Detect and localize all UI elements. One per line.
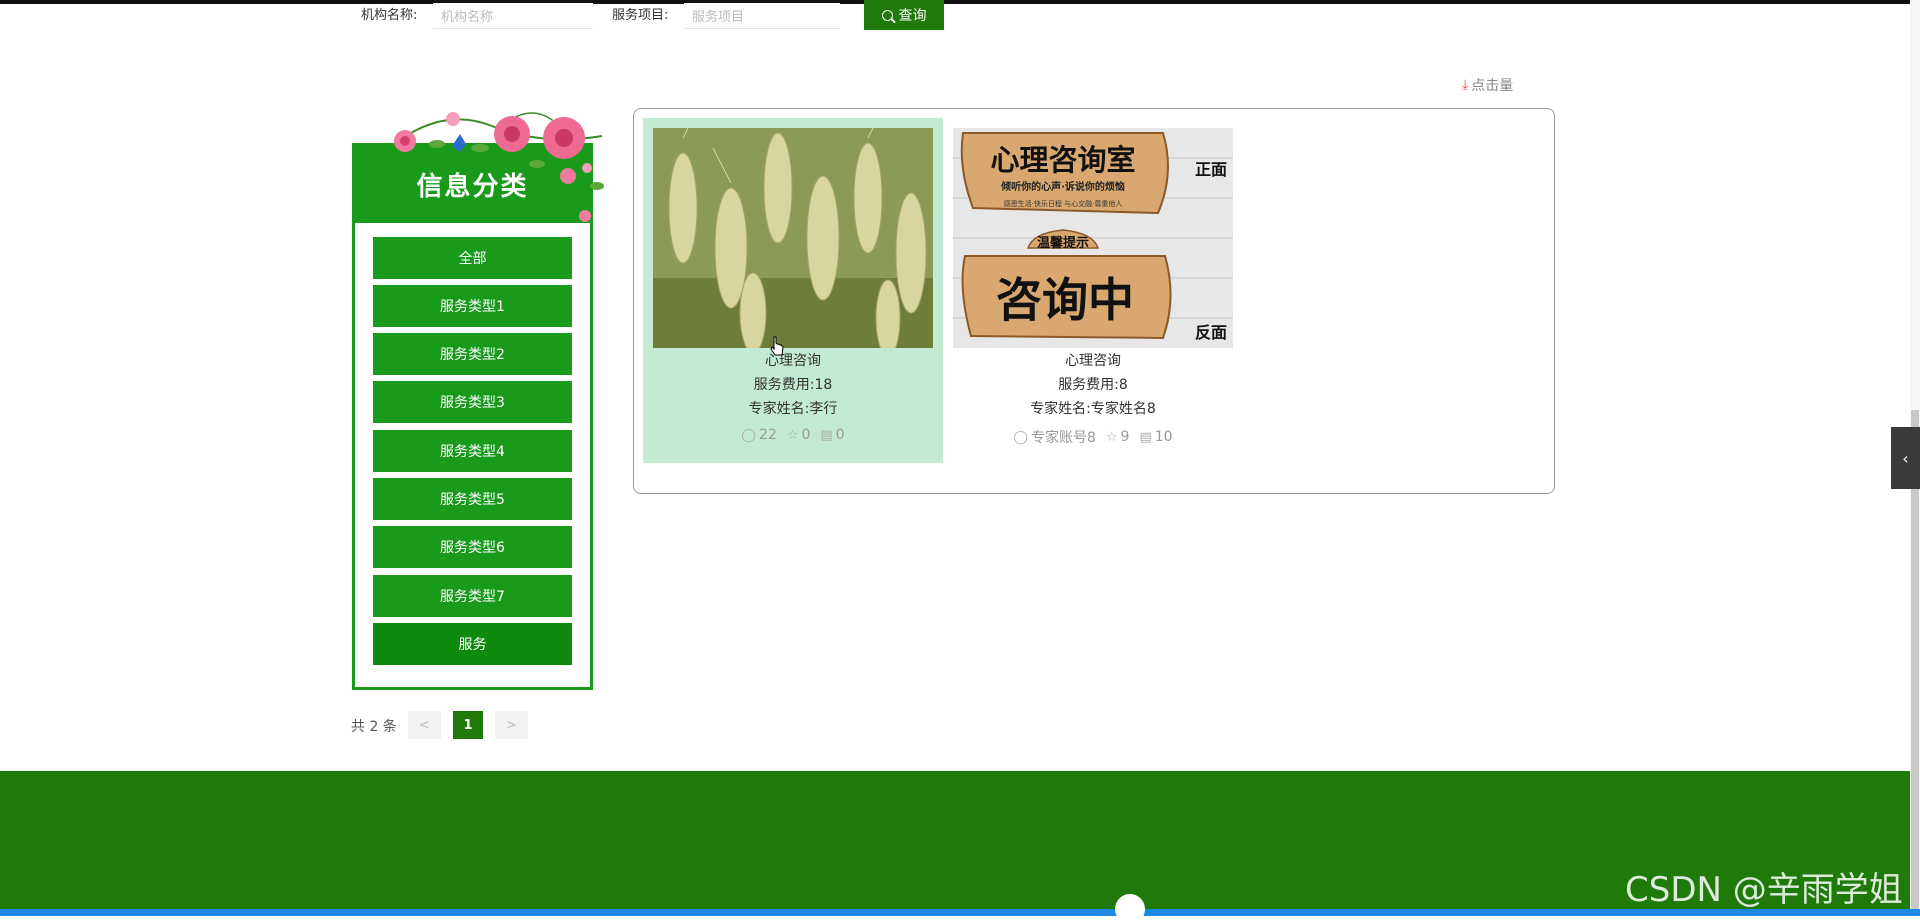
- star-icon: ☆: [786, 427, 799, 443]
- sort-by-clicks-link[interactable]: ⤓ 点击量: [1462, 75, 1513, 95]
- category-item-type3[interactable]: 服务类型3: [373, 381, 572, 423]
- card-title: 心理咨询: [765, 353, 821, 369]
- scroll-top-icon[interactable]: [1115, 894, 1145, 924]
- flower-decoration-image: [391, 112, 604, 222]
- mouse-cursor-icon: [770, 336, 784, 356]
- card-expert-name: 专家姓名:专家姓名8: [1030, 401, 1156, 417]
- expert-account: 专家账号8: [1030, 430, 1096, 446]
- category-item-type7[interactable]: 服务类型7: [373, 575, 572, 617]
- search-icon: [881, 9, 893, 21]
- page-1-button[interactable]: 1: [453, 711, 483, 739]
- star-count: 9: [1120, 429, 1130, 445]
- comment-count: 10: [1154, 429, 1173, 445]
- category-item-type6[interactable]: 服务类型6: [373, 526, 572, 568]
- card-stats: ◯ 22 ☆ 0 ▤ 0: [643, 427, 943, 443]
- comment-count: 0: [835, 427, 845, 443]
- category-item-type1[interactable]: 服务类型1: [373, 285, 572, 327]
- category-item-type2[interactable]: 服务类型2: [373, 333, 572, 375]
- user-icon: ◯: [1013, 429, 1028, 445]
- user-icon: ◯: [741, 427, 756, 443]
- svg-text:心理咨询室: 心理咨询室: [990, 143, 1135, 177]
- card-fee: 服务费用:8: [1058, 377, 1128, 393]
- service-item-input[interactable]: 服务项目: [684, 3, 840, 29]
- view-count: 22: [758, 427, 777, 443]
- wheat-photo-image: [653, 128, 933, 348]
- org-name-input[interactable]: 机构名称: [433, 3, 593, 29]
- consult-room-sign-image: 心理咨询室 倾听你的心声·诉说你的烦恼 感恩生活·快乐日程 与心交融·尊重他人 …: [953, 128, 1233, 348]
- svg-text:感恩生活·快乐日程 与心交融·尊重他人: 感恩生活·快乐日程 与心交融·尊重他人: [1004, 199, 1123, 208]
- top-border: [0, 0, 1920, 4]
- card-title: 心理咨询: [1065, 353, 1121, 369]
- card-fee: 服务费用:18: [753, 377, 833, 393]
- svg-text:倾听你的心声·诉说你的烦恼: 倾听你的心声·诉说你的烦恼: [1000, 180, 1125, 193]
- footer: [0, 771, 1910, 916]
- chevron-left-icon: ‹: [1902, 448, 1909, 468]
- svg-text:正面: 正面: [1195, 160, 1227, 179]
- card-stats: ◯ 专家账号8 ☆ 9 ▤ 10: [943, 427, 1243, 447]
- category-item-all[interactable]: 全部: [373, 237, 572, 279]
- watermark: CSDN @辛雨学姐: [1625, 870, 1903, 910]
- service-card[interactable]: 心理咨询 服务费用:18 专家姓名:李行 ◯ 22 ☆ 0 ▤ 0: [643, 118, 943, 463]
- prev-page-button[interactable]: <: [408, 711, 441, 739]
- svg-text:反面: 反面: [1195, 323, 1227, 342]
- org-name-label: 机构名称:: [361, 8, 418, 23]
- service-item-label: 服务项目:: [612, 8, 669, 23]
- comment-icon: ▤: [1139, 429, 1152, 445]
- comment-icon: ▤: [820, 427, 833, 443]
- side-panel-toggle[interactable]: ‹: [1891, 427, 1920, 489]
- category-item-service[interactable]: 服务: [373, 623, 572, 665]
- next-page-button[interactable]: >: [495, 711, 528, 739]
- star-count: 0: [801, 427, 811, 443]
- card-expert-name: 专家姓名:李行: [748, 401, 838, 417]
- search-button[interactable]: 查询: [864, 0, 944, 30]
- service-card[interactable]: 心理咨询室 倾听你的心声·诉说你的烦恼 感恩生活·快乐日程 与心交融·尊重他人 …: [943, 118, 1243, 463]
- download-icon: ⤓: [1462, 77, 1469, 93]
- category-item-type4[interactable]: 服务类型4: [373, 430, 572, 472]
- total-count: 共 2 条: [351, 719, 397, 735]
- category-item-type5[interactable]: 服务类型5: [373, 478, 572, 520]
- svg-text:咨询中: 咨询中: [996, 273, 1134, 327]
- star-icon: ☆: [1105, 429, 1118, 445]
- svg-text:温馨提示: 温馨提示: [1037, 235, 1089, 251]
- category-sidebar: 信息分类 全部 服务类型1 服务类型2 服务类型3 服务类型4 服务类型5 服务…: [352, 143, 593, 690]
